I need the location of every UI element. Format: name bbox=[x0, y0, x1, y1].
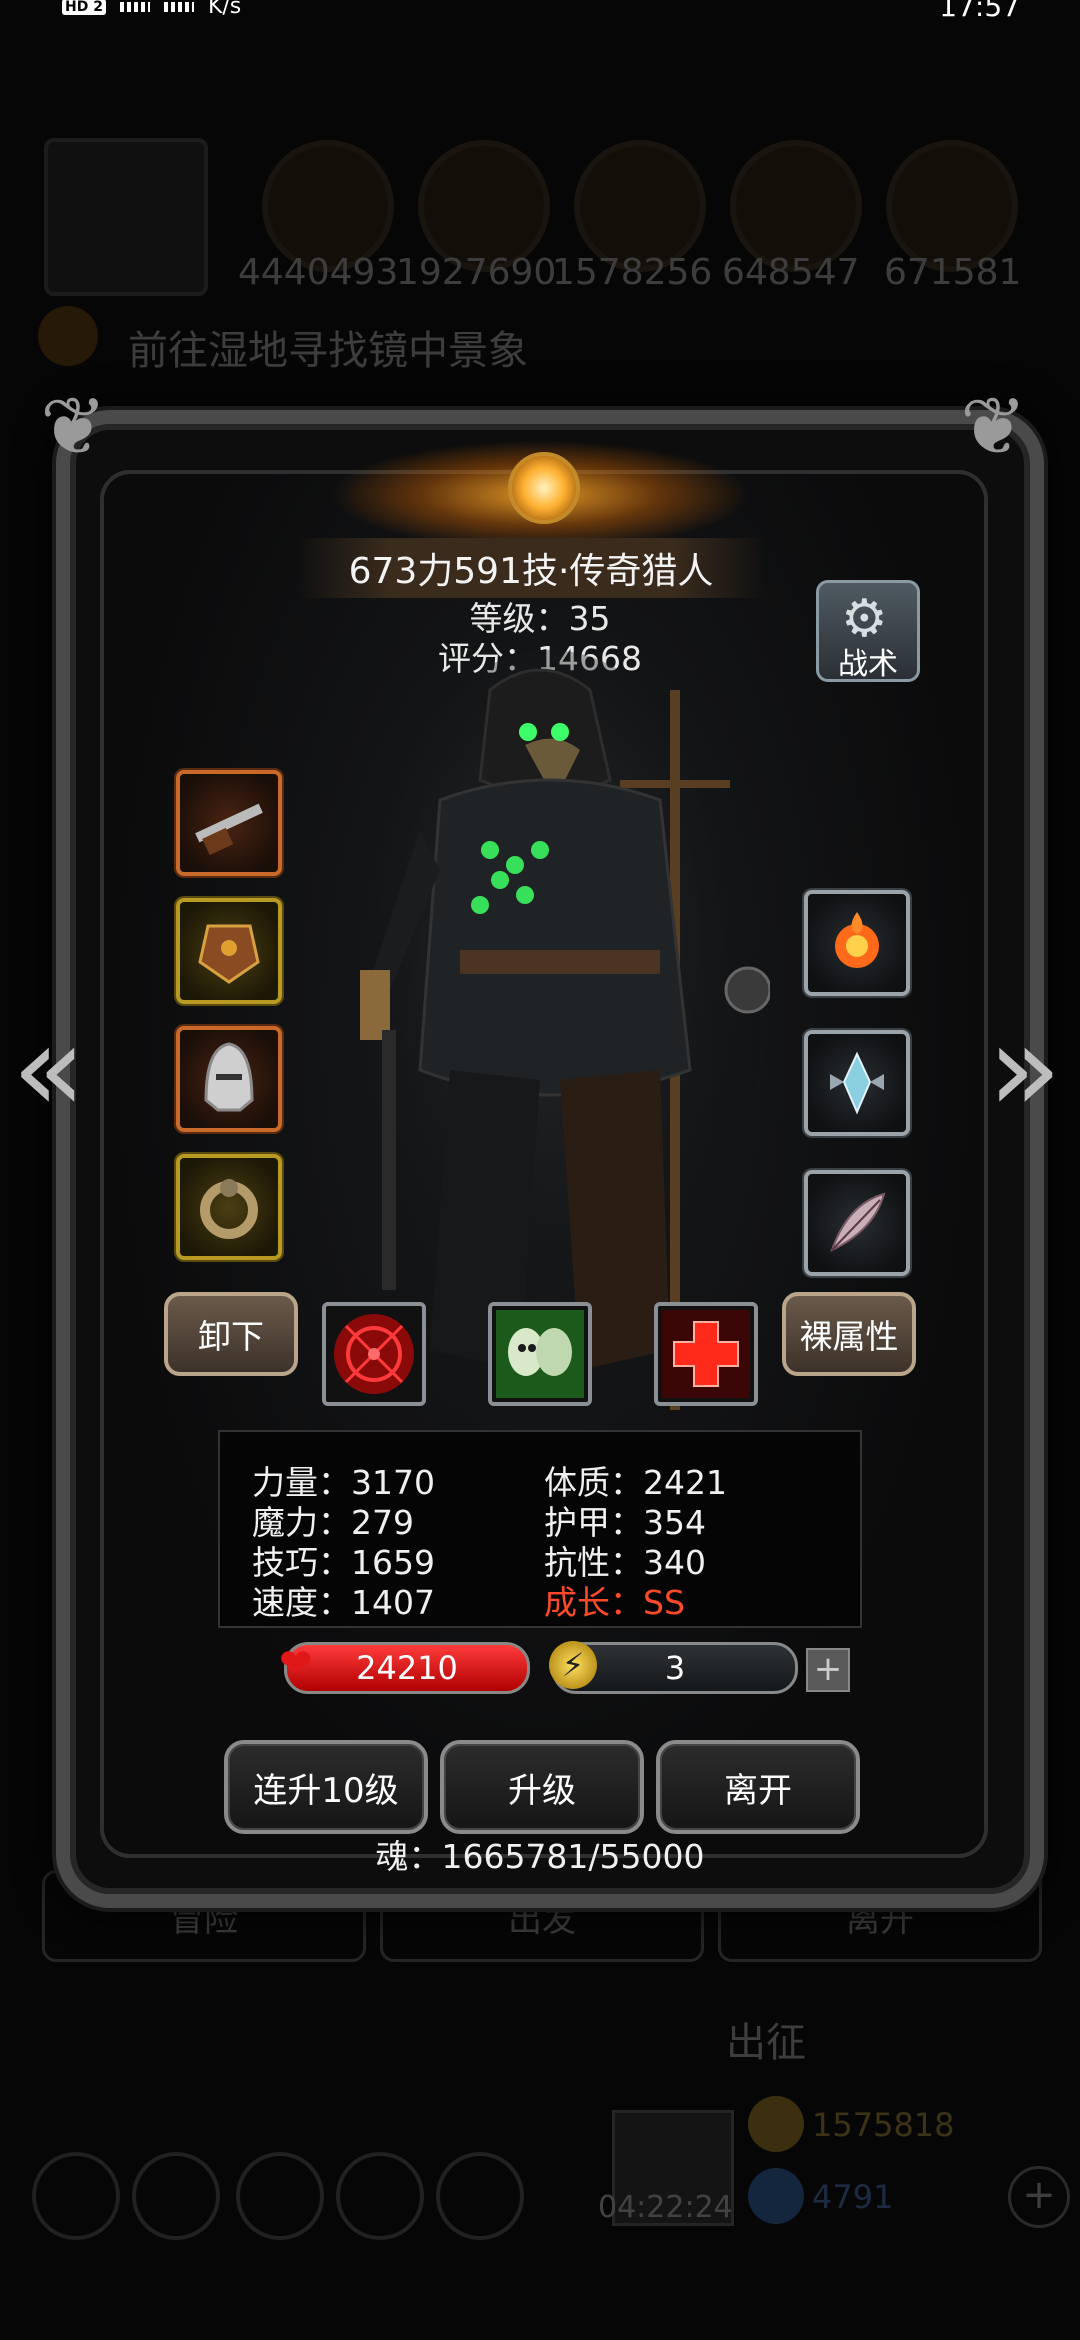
resource-value: 1578256 bbox=[552, 252, 713, 293]
menu-icon bbox=[132, 2152, 220, 2240]
resource-value: 671581 bbox=[884, 252, 1022, 293]
energy-value: 3 bbox=[664, 1649, 686, 1687]
helmet-slot[interactable] bbox=[176, 1026, 282, 1132]
gem-icon bbox=[748, 2168, 804, 2224]
red-cross-icon bbox=[662, 1310, 750, 1398]
menu-icon bbox=[336, 2152, 424, 2240]
resource-value: 648547 bbox=[722, 252, 860, 293]
leave-button[interactable]: 离开 bbox=[656, 1740, 860, 1834]
accessory-slot-2[interactable] bbox=[804, 1030, 910, 1136]
emblem-icon bbox=[508, 452, 580, 524]
helmet-icon bbox=[204, 1042, 254, 1112]
frame-ornament-icon: ❦ bbox=[40, 380, 108, 473]
bare-attributes-button[interactable]: 裸属性 bbox=[782, 1292, 916, 1376]
weapon-slot[interactable] bbox=[176, 770, 282, 876]
armor-slot[interactable] bbox=[176, 898, 282, 1004]
tactics-label: 战术 bbox=[838, 647, 898, 682]
player-avatar bbox=[44, 138, 208, 296]
level-up-button[interactable]: 升级 bbox=[440, 1740, 644, 1834]
menu-icon bbox=[236, 2152, 324, 2240]
energy-bar: ⚡ 3 bbox=[549, 1641, 798, 1694]
stat-speed: 速度：1407 bbox=[252, 1583, 435, 1622]
feather-icon bbox=[830, 1192, 886, 1252]
resource-value: 1927690 bbox=[396, 252, 557, 293]
skill-slot-3[interactable] bbox=[654, 1302, 758, 1406]
twin-skull-icon bbox=[496, 1310, 584, 1398]
crystal-emblem-icon bbox=[830, 1051, 884, 1115]
soul-counter: 魂：1665781/55000 bbox=[375, 1837, 705, 1876]
tactics-button[interactable]: ⚙ 战术 bbox=[816, 580, 920, 682]
accessory-slot-1[interactable] bbox=[804, 890, 910, 996]
expedition-label: 出征 bbox=[726, 2020, 806, 2066]
fire-orb-icon bbox=[835, 912, 879, 968]
stats-panel: 力量：3170 魔力：279 技巧：1659 速度：1407 体质：2421 护… bbox=[218, 1430, 862, 1628]
prev-hero-arrow-icon[interactable]: « bbox=[12, 1010, 85, 1130]
accessory-slot-3[interactable] bbox=[804, 1170, 910, 1276]
hero-name: 673力591技·传奇猎人 bbox=[348, 551, 714, 592]
menu-icon bbox=[436, 2152, 524, 2240]
coin-icon bbox=[748, 2096, 804, 2152]
level-up-10-button[interactable]: 连升10级 bbox=[224, 1740, 428, 1834]
gem-amount: 4791 bbox=[812, 2178, 894, 2216]
ring-icon bbox=[200, 1179, 258, 1239]
coin-amount: 1575818 bbox=[812, 2106, 955, 2144]
frame-ornament-icon: ❦ bbox=[960, 380, 1028, 473]
chest-armor-icon bbox=[198, 924, 260, 984]
stat-growth: 成长：SS bbox=[544, 1583, 685, 1622]
unequip-button[interactable]: 卸下 bbox=[164, 1292, 298, 1376]
musket-icon bbox=[195, 803, 263, 856]
hp-bar: ❤ 24210 bbox=[279, 1641, 530, 1694]
next-hero-arrow-icon[interactable]: » bbox=[988, 1010, 1061, 1130]
hero-name-banner: 673力591技·传奇猎人 bbox=[296, 538, 766, 598]
add-energy-button[interactable]: + bbox=[806, 1648, 850, 1692]
skill-slot-1[interactable] bbox=[322, 1302, 426, 1406]
menu-icon bbox=[32, 2152, 120, 2240]
hp-value: 24210 bbox=[356, 1649, 458, 1687]
ring-slot[interactable] bbox=[176, 1154, 282, 1260]
chest-timer: 04:22:24 bbox=[598, 2190, 733, 2225]
crosshair-icon bbox=[334, 1314, 414, 1394]
skill-slot-2[interactable] bbox=[488, 1302, 592, 1406]
quest-icon bbox=[38, 306, 98, 366]
resource-value: 4440493 bbox=[238, 252, 399, 293]
add-currency-icon: + bbox=[1008, 2166, 1070, 2228]
quest-text: 前往湿地寻找镜中景象 bbox=[128, 328, 528, 374]
